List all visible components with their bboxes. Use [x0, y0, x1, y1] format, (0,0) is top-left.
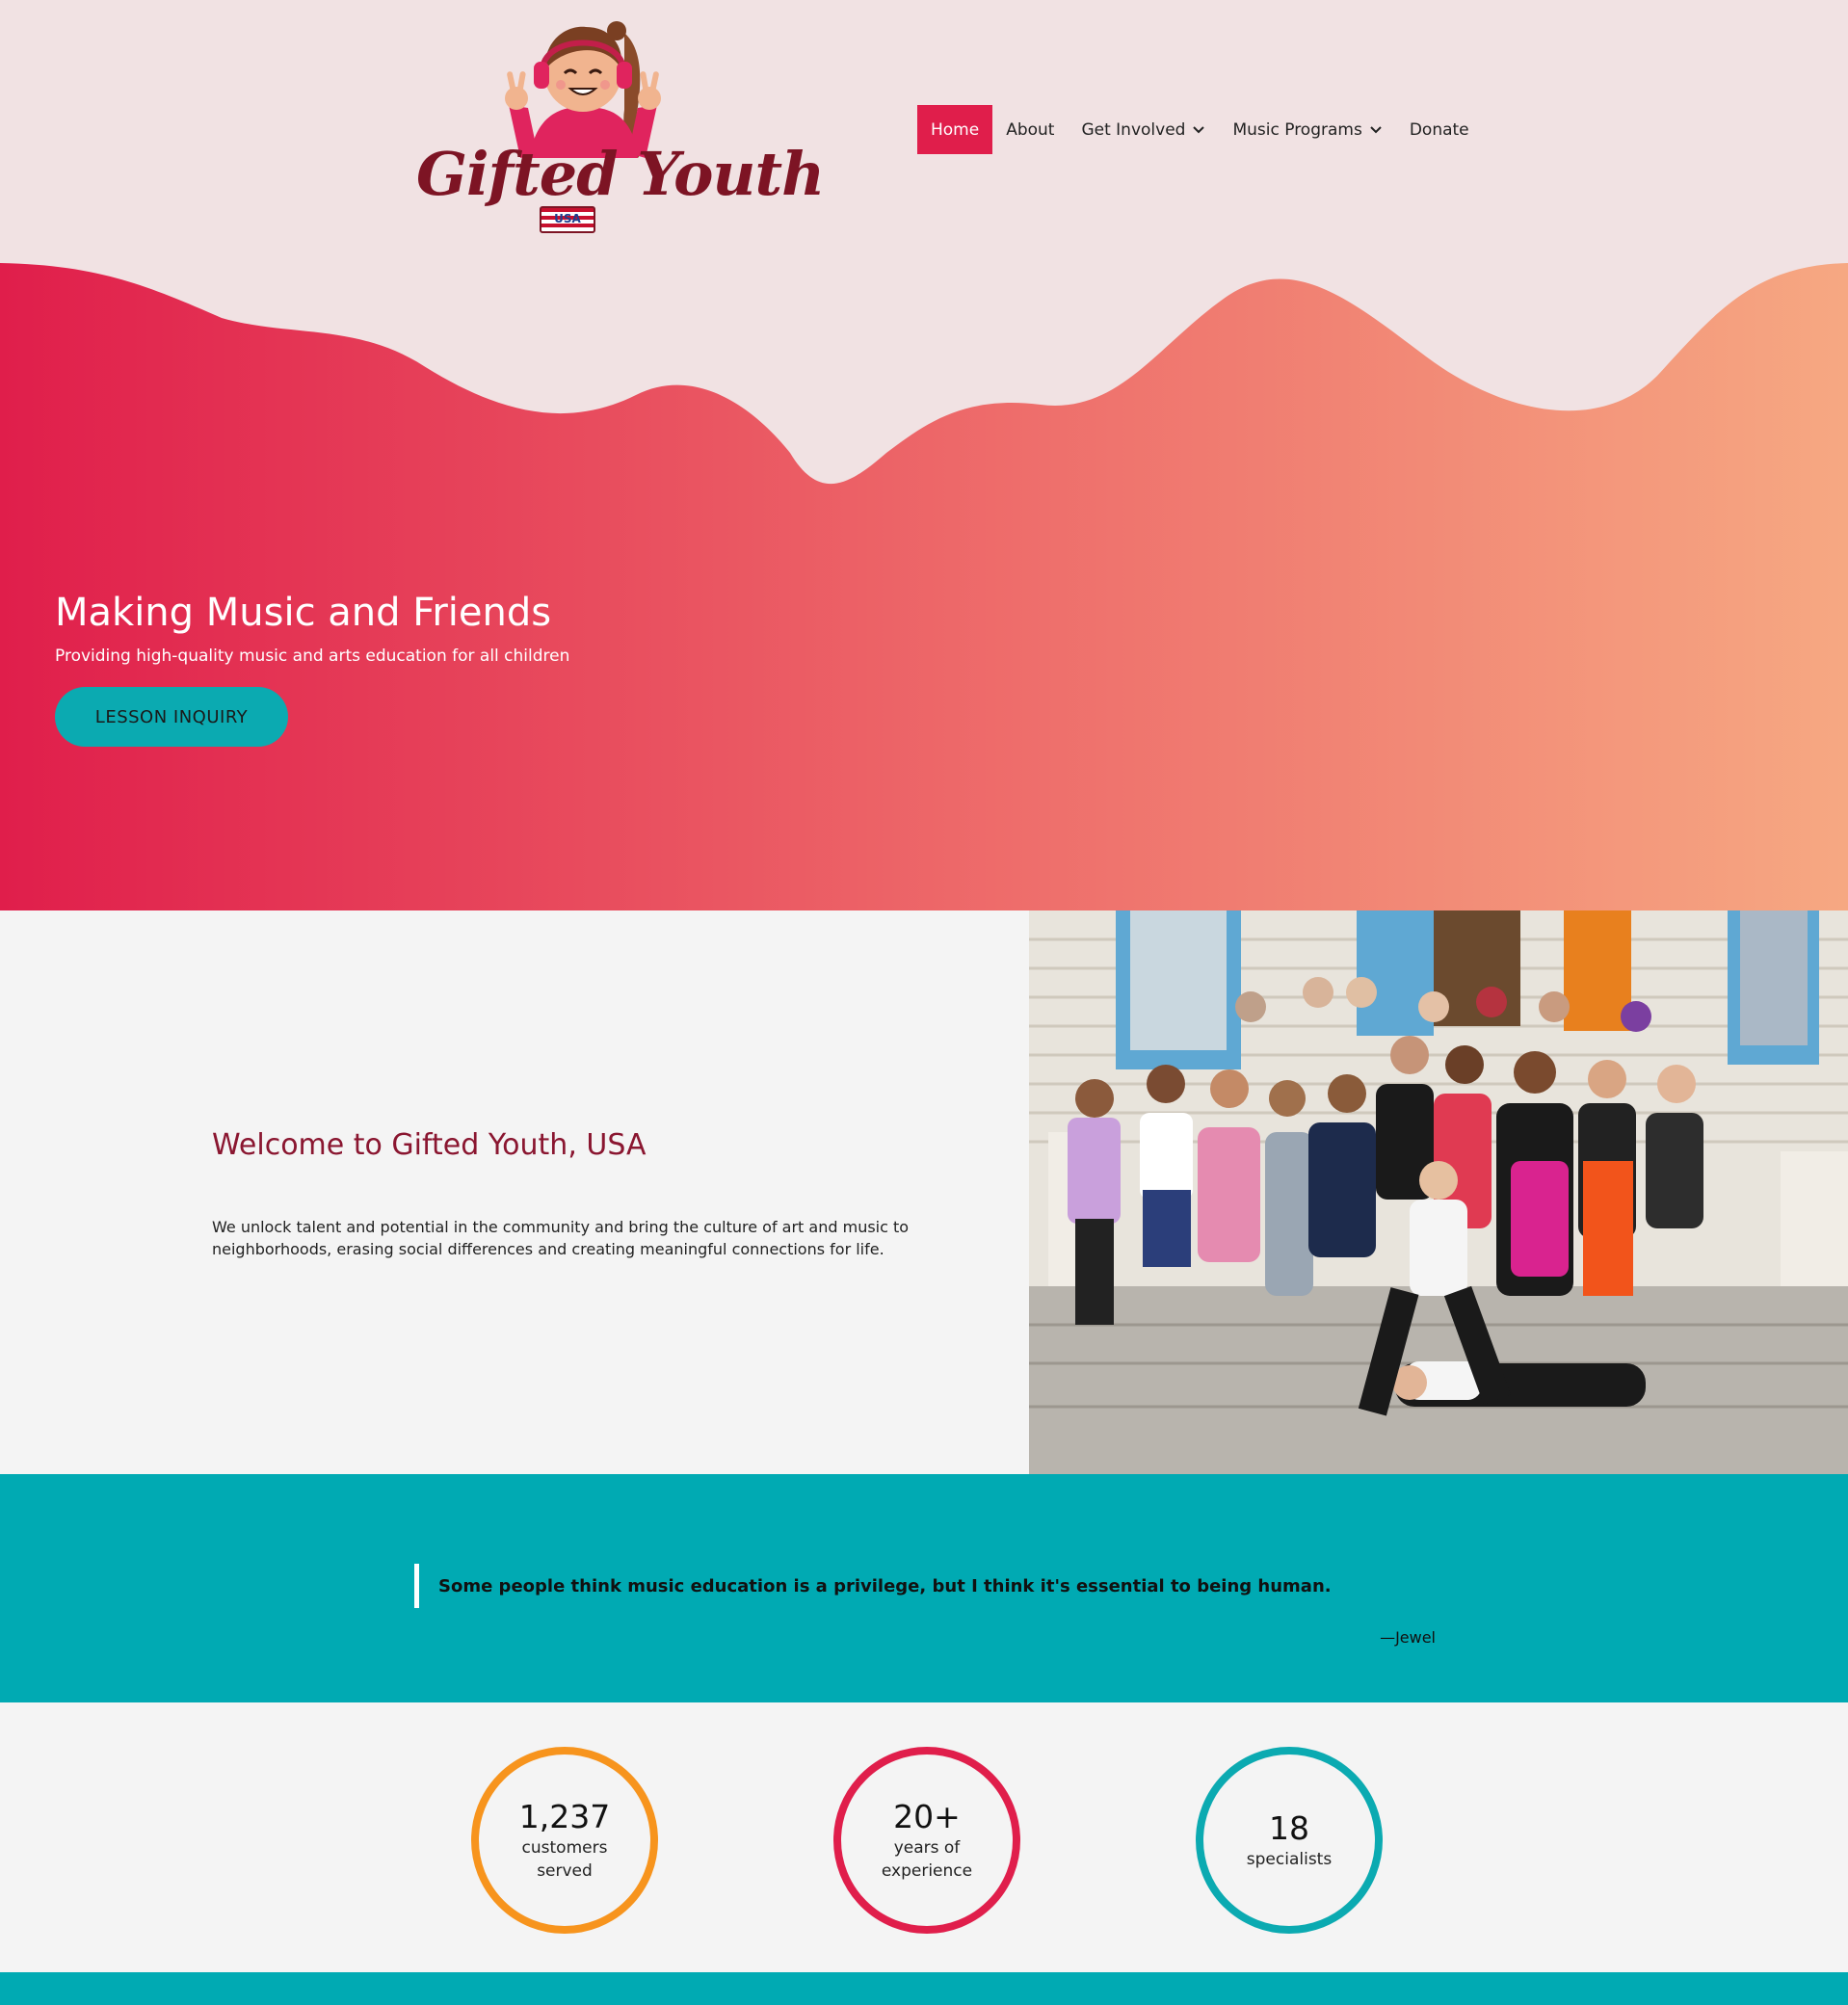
stat-value: 1,237 — [518, 1798, 611, 1835]
hero-subtitle: Providing high-quality music and arts ed… — [55, 646, 570, 666]
logo-wordmark: Gifted Youth — [416, 139, 825, 209]
chevron-down-icon — [1193, 125, 1205, 133]
main-nav: Home About Get Involved Music Programs D… — [917, 105, 1483, 154]
quote-author: —Jewel — [1380, 1628, 1436, 1647]
hero-section: Making Music and Friends Providing high-… — [0, 260, 1848, 910]
hero-title: Making Music and Friends — [55, 591, 552, 635]
group-photo — [1029, 910, 1848, 1474]
chevron-down-icon — [1370, 125, 1382, 133]
stat-specialists: 18 specialists — [1196, 1747, 1383, 1934]
stats-section: 1,237 customers served 20+ years of expe… — [0, 1702, 1848, 1972]
hero-wave-divider — [0, 260, 1848, 485]
quote-text: Some people think music education is a p… — [414, 1564, 1332, 1608]
quote-section: Some people think music education is a p… — [0, 1474, 1848, 1702]
stat-value: 18 — [1269, 1809, 1309, 1847]
nav-music-programs-label: Music Programs — [1232, 119, 1362, 140]
group-photo-illustration — [1029, 910, 1848, 1474]
stat-label: specialists — [1246, 1850, 1333, 1869]
welcome-title: Welcome to Gifted Youth, USA — [212, 1128, 647, 1162]
stat-label: customers served — [521, 1838, 608, 1881]
stat-customers: 1,237 customers served — [471, 1747, 658, 1934]
site-logo[interactable]: Gifted Youth USA — [414, 13, 825, 240]
stat-label: years of experience — [881, 1838, 973, 1881]
nav-donate[interactable]: Donate — [1396, 105, 1483, 154]
nav-about[interactable]: About — [992, 105, 1068, 154]
lesson-inquiry-button[interactable]: LESSON INQUIRY — [55, 687, 288, 747]
nav-music-programs[interactable]: Music Programs — [1219, 105, 1395, 154]
nav-get-involved[interactable]: Get Involved — [1068, 105, 1219, 154]
nav-get-involved-label: Get Involved — [1081, 119, 1186, 140]
footer-band — [0, 1972, 1848, 2005]
nav-home[interactable]: Home — [917, 105, 993, 154]
welcome-section: Welcome to Gifted Youth, USA We unlock t… — [0, 910, 1848, 1474]
stat-years: 20+ years of experience — [833, 1747, 1020, 1934]
logo-usa-badge: USA — [540, 206, 595, 233]
stat-value: 20+ — [893, 1798, 961, 1835]
welcome-body: We unlock talent and potential in the co… — [212, 1218, 910, 1258]
site-header: Gifted Youth USA Home About Get Involved… — [0, 0, 1848, 270]
